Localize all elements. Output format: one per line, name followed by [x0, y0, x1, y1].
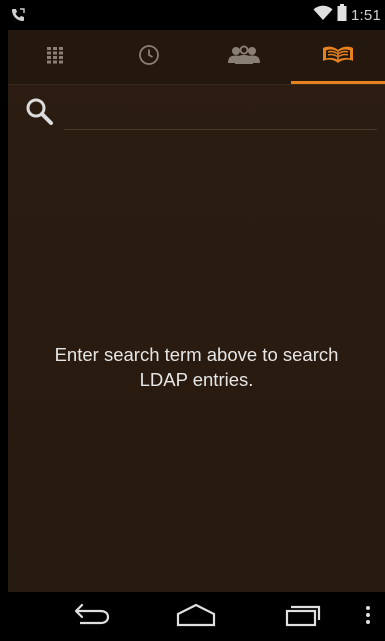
empty-state-line-2: LDAP entries. [139, 369, 254, 390]
tab-divider [8, 84, 385, 85]
tab-bar [8, 30, 385, 84]
navigation-bar [0, 592, 385, 641]
empty-state-line-1: Enter search term above to search [54, 344, 339, 365]
search-icon [24, 96, 56, 128]
search-row [8, 86, 385, 138]
tab-contacts[interactable] [197, 30, 291, 84]
phone-call-icon [10, 7, 26, 23]
wifi-icon [313, 5, 333, 26]
empty-state-message: Enter search term above to search LDAP e… [8, 342, 385, 392]
status-time: 1:51 [351, 6, 381, 24]
clock-icon [138, 44, 160, 71]
overflow-menu-button[interactable] [360, 602, 376, 632]
dialpad-icon [46, 46, 64, 69]
contacts-icon [227, 45, 261, 70]
overflow-menu-icon [365, 605, 371, 630]
ldap-search-input[interactable] [64, 94, 377, 130]
tab-dialpad[interactable] [8, 30, 102, 84]
recent-apps-button[interactable] [282, 602, 322, 632]
tab-recent[interactable] [102, 30, 196, 84]
battery-icon [337, 4, 347, 26]
phone-screen: 1:51 Enter search term above to search L… [0, 0, 385, 641]
recent-apps-icon [282, 603, 322, 632]
home-button[interactable] [176, 602, 216, 632]
book-icon [321, 44, 355, 71]
back-icon [72, 603, 112, 632]
tab-ldap-directory[interactable] [290, 30, 385, 84]
home-icon [174, 603, 218, 632]
ldap-search-app: Enter search term above to search LDAP e… [8, 30, 385, 592]
back-button[interactable] [72, 602, 112, 632]
status-bar: 1:51 [0, 0, 385, 30]
